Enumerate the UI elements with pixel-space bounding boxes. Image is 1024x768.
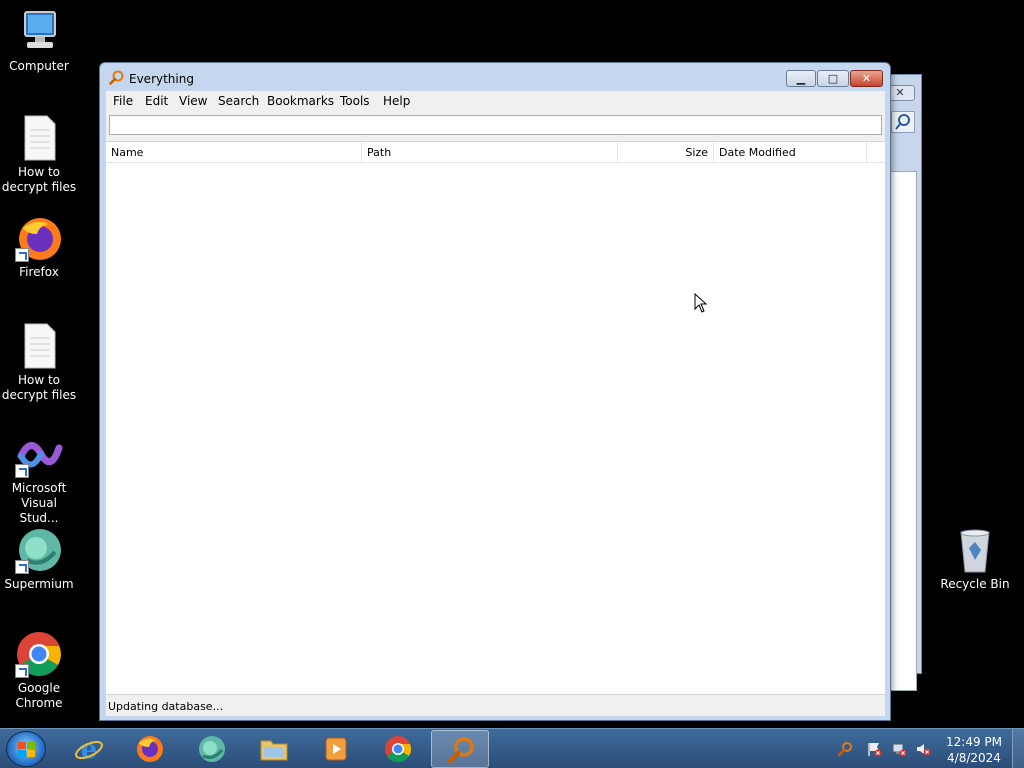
everything-tray-icon[interactable] [837,741,853,757]
taskbar: e 12:49 PM 4/8/2024 [0,728,1024,768]
taskbar-file-explorer[interactable] [245,730,303,768]
desktop-icon-label: How to decrypt files [1,373,77,402]
window-client-area: File Edit View Search Bookmarks Tools He… [106,91,885,716]
results-list[interactable]: Name Path Size Date Modified [106,141,885,694]
desktop-icon-label: How to decrypt files [1,165,77,194]
taskbar-everything[interactable] [431,730,489,768]
visual-studio-icon [15,430,63,478]
search-input[interactable] [109,115,882,135]
firefox-icon [15,214,63,262]
volume-muted-icon[interactable] [915,741,931,757]
header-divider [106,162,885,163]
supermium-icon [199,736,225,762]
text-file-icon [15,322,63,370]
window-title: Everything [129,72,194,86]
recycle-bin-icon [951,526,999,574]
computer-icon [15,8,63,56]
shortcut-arrow-icon [15,248,29,262]
taskbar-chrome[interactable] [369,730,427,768]
windows-logo-icon [18,742,35,757]
desktop-icon-firefox[interactable]: Firefox [0,214,78,280]
minimize-icon: ▁ [796,72,806,85]
column-header-spacer [867,142,885,162]
desktop-icon-label: Recycle Bin [940,577,1010,591]
desktop-icon-label: Google Chrome [15,681,63,710]
menu-edit[interactable]: Edit [145,94,168,108]
close-icon: ✕ [861,72,872,85]
chrome-icon [15,630,63,678]
taskbar-media-player[interactable] [307,730,365,768]
shortcut-arrow-icon [15,560,29,574]
menu-file[interactable]: File [113,94,133,108]
start-button[interactable] [6,731,46,767]
shortcut-arrow-icon [15,664,29,678]
taskbar-supermium[interactable] [183,730,241,768]
column-header-date-modified[interactable]: Date Modified [714,142,867,162]
chrome-icon [385,736,412,763]
desktop-icon-decrypt-2[interactable]: How to decrypt files [0,322,78,403]
shortcut-arrow-icon [15,464,29,478]
maximize-button[interactable]: □ [817,70,849,87]
column-header-size[interactable]: Size [618,142,714,162]
internet-explorer-icon: e [75,735,103,763]
everything-app-icon [447,737,474,764]
desktop-icon-computer[interactable]: Computer [0,8,78,74]
action-center-flag-icon[interactable] [866,741,882,757]
mouse-cursor-icon [694,292,708,313]
taskbar-firefox[interactable] [121,730,179,768]
menu-view[interactable]: View [179,94,207,108]
minimize-button[interactable]: ▁ [786,70,816,87]
taskbar-internet-explorer[interactable]: e [60,730,118,768]
media-player-icon [325,737,347,761]
supermium-icon [15,526,63,574]
desktop-icon-label: Supermium [4,577,74,591]
desktop-icon-label: Firefox [19,265,59,279]
desktop-icon-recycle-bin[interactable]: Recycle Bin [936,526,1014,592]
desktop-icon-label: Microsoft Visual Stud... [11,481,67,525]
desktop-icon-chrome[interactable]: Google Chrome [0,630,78,711]
show-desktop-button[interactable] [1012,729,1024,768]
menu-tools[interactable]: Tools [340,94,370,108]
menu-search[interactable]: Search [218,94,259,108]
desktop-icon-visual-studio[interactable]: Microsoft Visual Stud... [0,430,78,526]
status-bar: Updating database... [106,694,885,716]
system-clock[interactable]: 12:49 PM 4/8/2024 [942,734,1006,766]
column-header-path[interactable]: Path [362,142,618,162]
firefox-icon [137,736,163,762]
network-icon[interactable] [891,741,907,757]
folder-icon [260,740,288,761]
everything-app-icon [109,70,124,85]
clock-time: 12:49 PM [946,735,1002,749]
title-bar[interactable]: Everything ▁ □ ✕ [100,63,890,91]
maximize-icon: □ [827,72,839,85]
clock-date: 4/8/2024 [947,751,1001,765]
close-button[interactable]: ✕ [850,70,883,87]
text-file-icon [15,114,63,162]
desktop-icon-label: Computer [9,59,69,73]
menu-help[interactable]: Help [383,94,410,108]
desktop-icon-decrypt-1[interactable]: How to decrypt files [0,114,78,195]
column-header-name[interactable]: Name [106,142,362,162]
search-icon[interactable] [891,111,915,133]
desktop-icon-supermium[interactable]: Supermium [0,526,78,592]
everything-window[interactable]: Everything ▁ □ ✕ File Edit View Search B… [99,62,891,721]
menu-bar: File Edit View Search Bookmarks Tools He… [106,91,885,111]
menu-bookmarks[interactable]: Bookmarks [267,94,334,108]
